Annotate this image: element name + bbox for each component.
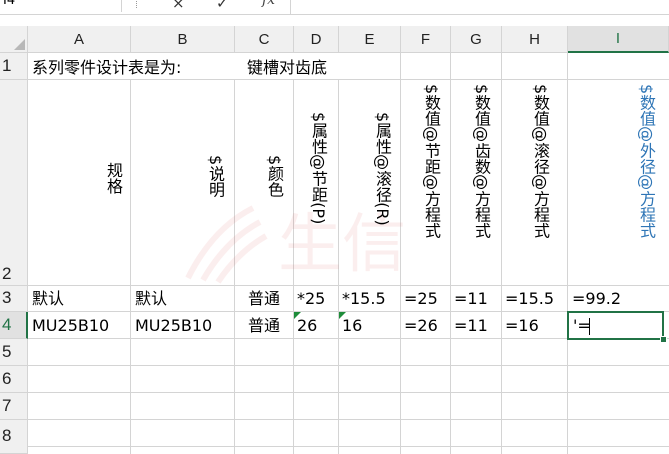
formula-input-divider [290,0,291,14]
cell-g4[interactable]: =11 [454,316,488,336]
name-box[interactable]: I4 [0,0,122,12]
cell-c3[interactable]: 普通 [248,289,280,309]
text-cursor [589,318,590,335]
cell-b4[interactable]: MU25B10 [135,316,212,336]
select-all-triangle-icon [14,39,25,50]
watermark-arc [185,205,255,280]
row-header-1[interactable]: 1 [0,53,28,80]
cell-c4[interactable]: 普通 [248,316,280,336]
watermark-logo: 生信 [185,205,406,284]
column-header-a[interactable]: A [28,26,131,53]
cell-i3[interactable]: =99.2 [572,289,621,309]
gridline-v [501,53,502,454]
cell-g3[interactable]: =11 [454,289,488,309]
gridline-h [28,446,669,447]
fx-icon[interactable]: fx [262,0,275,8]
cell-c2[interactable]: $颜色 [262,155,286,197]
cell-h2[interactable]: $数值@滚径@方程式 [528,84,552,238]
cell-d2[interactable]: $属性@节距(P) [306,112,330,224]
cell-d3[interactable]: *25 [297,289,325,309]
gridline-v [130,80,131,454]
column-header-c[interactable]: C [235,26,294,53]
cell-g2[interactable]: $数值@齿数@方程式 [469,84,493,238]
gridline-h [28,392,669,393]
column-header-e[interactable]: E [339,26,401,53]
cell-f3[interactable]: =25 [404,289,438,309]
cell-h3[interactable]: =15.5 [505,289,554,309]
formula-bar: I4 × ✓ fx [0,0,669,15]
select-all-button[interactable] [0,26,28,53]
row-header-7[interactable]: 7 [0,393,28,420]
gridline-h [28,419,669,420]
active-cell-i4[interactable]: '= [567,311,664,340]
formula-bar-divider [136,0,138,8]
cell-b2[interactable]: $说明 [203,155,227,197]
column-header-b[interactable]: B [131,26,235,53]
row-header-4[interactable]: 4 [0,312,28,339]
cell-e2[interactable]: $属性@滚径(R) [370,112,394,226]
gridline-h [28,79,669,80]
cell-h4[interactable]: =16 [505,316,539,336]
gridline-h [28,365,669,366]
cell-a1[interactable]: 系列零件设计表是为: [32,58,181,78]
cell-i2[interactable]: $数值@外径@方程式 [634,84,658,238]
column-header-g[interactable]: G [451,26,502,53]
row-header-2[interactable]: 2 [0,80,28,286]
fill-handle[interactable] [660,336,667,343]
cell-d1[interactable]: 键槽对齿底 [247,58,327,78]
row-header-3[interactable]: 3 [0,286,28,312]
cell-a3[interactable]: 默认 [32,289,64,309]
column-header-h[interactable]: H [502,26,568,53]
cell-e4[interactable]: 16 [342,316,362,336]
gridline-v [567,53,568,454]
cell-b3[interactable]: 默认 [135,289,167,309]
watermark-arc [215,233,268,284]
row-header-5[interactable]: 5 [0,339,28,366]
cell-d4[interactable]: 26 [297,316,317,336]
column-header-i[interactable]: I [568,26,669,53]
cell-a2[interactable]: 规格 [101,162,125,194]
cancel-icon[interactable]: × [172,0,185,12]
watermark-arc [200,219,262,282]
column-header-f[interactable]: F [401,26,451,53]
row-header-6[interactable]: 6 [0,366,28,393]
enter-icon[interactable]: ✓ [216,0,229,12]
cell-f2[interactable]: $数值@节距@方程式 [419,84,443,238]
cell-e3[interactable]: *15.5 [342,289,386,309]
column-header-d[interactable]: D [294,26,339,53]
cell-a4[interactable]: MU25B10 [32,316,109,336]
row-header-8[interactable]: 8 [0,420,28,454]
cell-f4[interactable]: =26 [404,316,438,336]
